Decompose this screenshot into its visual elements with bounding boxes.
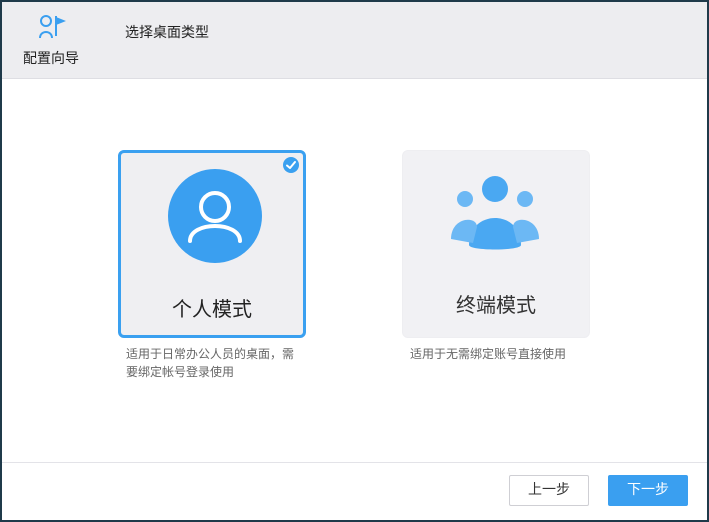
personal-mode-label: 个人模式 [172, 297, 252, 321]
wizard-footer: 上一步 下一步 [2, 462, 707, 520]
wizard-flag-icon [38, 14, 70, 42]
terminal-mode-label: 终端模式 [456, 293, 536, 317]
terminal-mode-description: 适用于无需绑定账号直接使用 [410, 347, 567, 361]
user-icon [168, 169, 262, 263]
previous-step-button[interactable]: 上一步 [509, 475, 589, 506]
check-icon [283, 157, 299, 173]
terminal-mode-card[interactable]: 终端模式 [402, 150, 590, 338]
wizard-nav: 配置向导 [16, 10, 86, 72]
wizard-label: 配置向导 [23, 51, 79, 67]
personal-mode-description: 适用于日常办公人员的桌面，需要绑定帐号登录使用 [126, 347, 295, 379]
user-group-icon [447, 173, 543, 257]
config-wizard-dialog: 配置向导 选择桌面类型 个人模式 终端模式 适用于日常办公人员的桌面，需要绑定帐… [2, 2, 707, 520]
step-title: 选择桌面类型 [125, 25, 209, 41]
next-step-button[interactable]: 下一步 [608, 475, 688, 506]
wizard-header: 配置向导 选择桌面类型 [2, 2, 707, 79]
personal-mode-card[interactable]: 个人模式 [118, 150, 306, 338]
